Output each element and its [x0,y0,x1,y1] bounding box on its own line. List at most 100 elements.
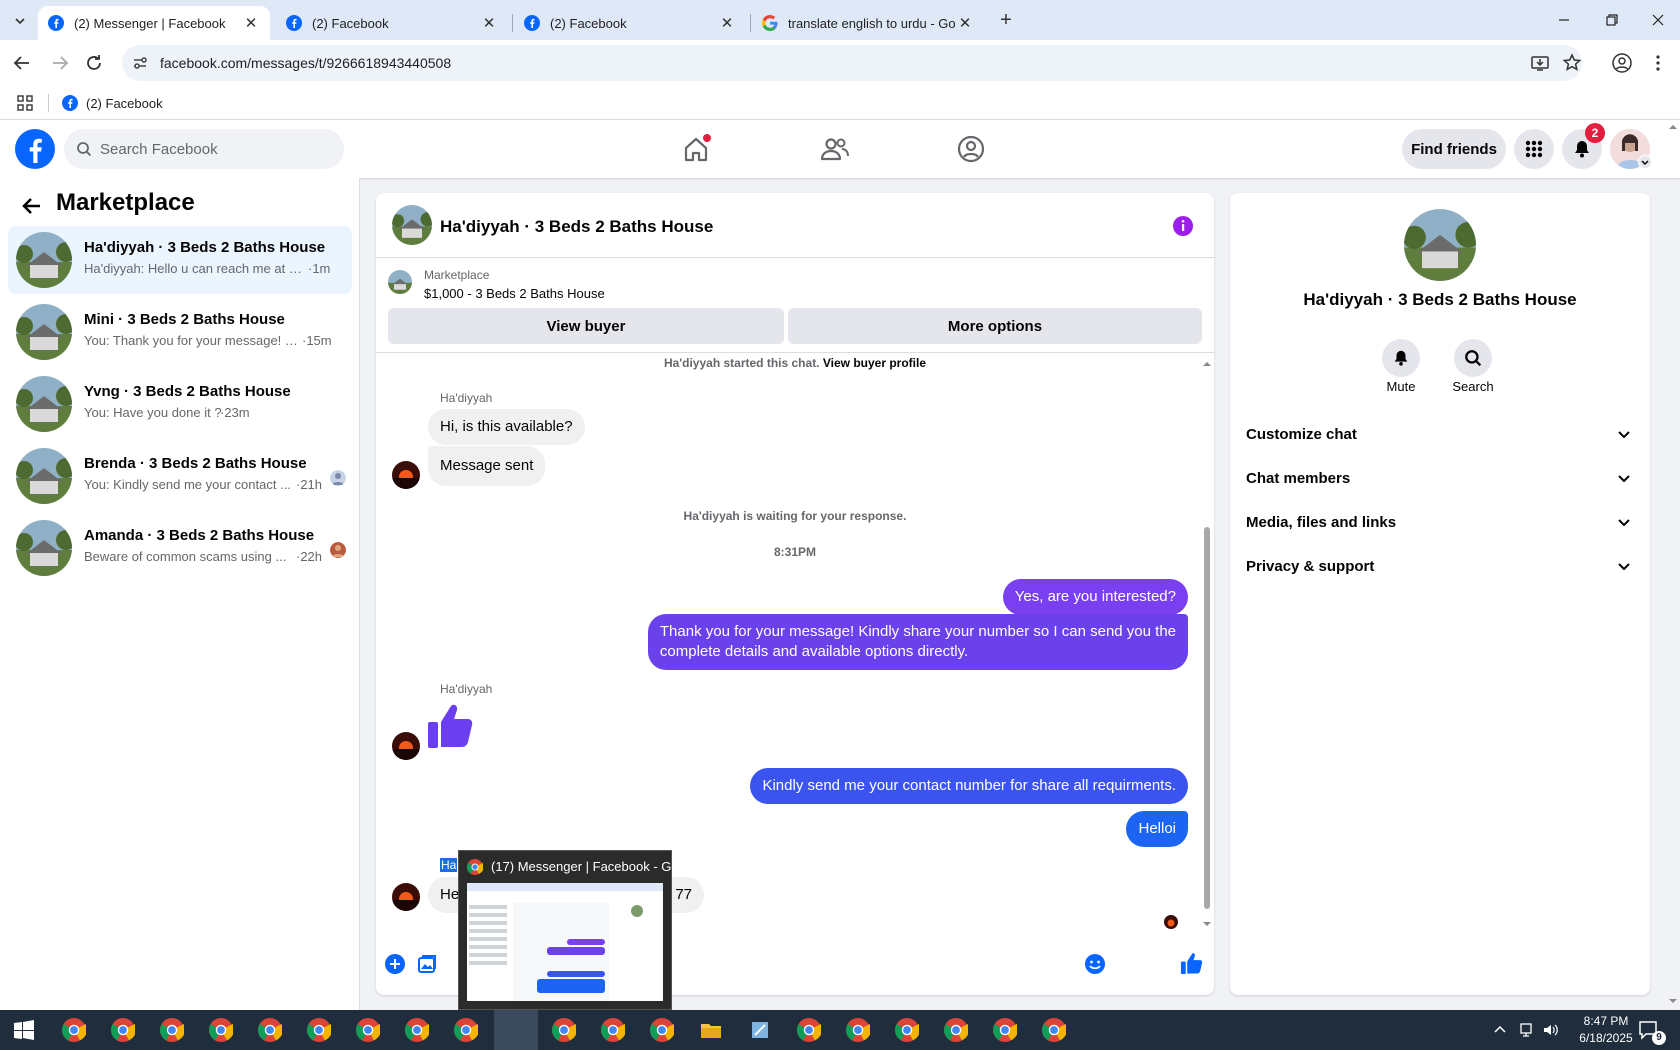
volume-icon[interactable] [1542,1022,1560,1038]
chat-title[interactable]: Ha'diyyah · 3 Beds 2 Baths House [440,217,713,237]
arrow-left-icon [22,198,40,214]
facebook-logo[interactable] [15,129,55,169]
menu-kebab-icon[interactable] [1646,51,1670,75]
network-icon[interactable] [1518,1022,1534,1038]
minimize-button[interactable] [1552,8,1576,32]
chrome-icon[interactable] [846,1018,870,1042]
bookmark-star-icon[interactable] [1560,51,1584,75]
privacy-support-section[interactable]: Privacy & support [1246,546,1632,586]
outgoing-message[interactable]: Thank you for your message! Kindly share… [647,614,1188,670]
chrome-icon[interactable] [62,1018,86,1042]
page-scroll-down-icon[interactable] [1668,996,1678,1006]
conversation-item[interactable]: Yvng · 3 Beds 2 Baths House You: Have yo… [8,370,352,438]
send-like-button[interactable] [1180,951,1204,975]
chrome-icon[interactable] [356,1018,380,1042]
menu-button[interactable] [1514,129,1554,169]
chrome-icon[interactable] [944,1018,968,1042]
address-bar[interactable]: facebook.com/messages/t/9266618943440508 [122,45,1582,81]
close-icon[interactable]: ✕ [956,14,974,32]
attach-photo-button[interactable] [416,953,438,975]
window-close-button[interactable] [1646,8,1670,32]
chrome-icon[interactable] [307,1018,331,1042]
chrome-icon[interactable] [1042,1018,1066,1042]
more-options-button[interactable]: More options [788,308,1202,344]
notification-badge: 2 [1585,123,1605,143]
clock-date[interactable]: 6/18/2025 [1566,1031,1646,1045]
show-hidden-icons[interactable] [1492,1022,1508,1038]
tab-facebook-2[interactable]: (2) Facebook ✕ [514,6,746,40]
thumbs-up-reaction[interactable] [426,700,476,750]
outgoing-message[interactable]: Helloi [1126,811,1188,847]
reload-button[interactable] [82,51,106,75]
forward-button[interactable] [48,51,72,75]
chat-members-section[interactable]: Chat members [1246,458,1632,498]
chrome-icon[interactable] [993,1018,1017,1042]
conversation-item[interactable]: Ha'diyyah · 3 Beds 2 Baths House Ha'diyy… [8,226,352,294]
conversation-item[interactable]: Brenda · 3 Beds 2 Baths House You: Kindl… [8,442,352,510]
friends-nav-button[interactable] [818,134,850,164]
install-app-icon[interactable] [1528,51,1552,75]
page-scroll-up-icon[interactable] [1668,122,1678,132]
notepad-icon[interactable] [748,1018,772,1042]
outgoing-message[interactable]: Kindly send me your contact number for s… [750,768,1188,804]
media-files-section[interactable]: Media, files and links [1246,502,1632,542]
chrome-icon[interactable] [650,1018,674,1042]
clock-time[interactable]: 8:47 PM [1566,1014,1646,1028]
chrome-icon[interactable] [454,1018,478,1042]
chrome-icon[interactable] [405,1018,429,1042]
new-tab-button[interactable]: + [994,9,1018,33]
close-icon[interactable]: ✕ [480,14,498,32]
chrome-icon[interactable] [209,1018,233,1042]
file-explorer-icon[interactable] [699,1018,723,1042]
scrollbar-thumb[interactable] [1204,527,1210,909]
scroll-up-icon[interactable] [1202,359,1212,369]
chat-avatar[interactable] [392,205,432,245]
chrome-icon[interactable] [258,1018,282,1042]
tab-messenger[interactable]: (2) Messenger | Facebook ✕ [38,6,270,40]
find-friends-button[interactable]: Find friends [1402,129,1506,169]
conversation-item[interactable]: Amanda · 3 Beds 2 Baths House Beware of … [8,514,352,582]
outgoing-message[interactable]: Yes, are you interested? [1002,579,1188,615]
taskbar-window-preview[interactable]: (17) Messenger | Facebook - Go... [458,850,689,1010]
more-actions-button[interactable] [384,953,406,975]
tab-google-translate[interactable]: translate english to urdu - Goo ✕ [752,6,984,40]
listing-thumbnail [388,270,412,294]
chrome-icon[interactable] [552,1018,576,1042]
restore-button[interactable] [1600,8,1624,32]
site-info-icon[interactable] [132,55,148,71]
start-button[interactable] [14,1020,34,1040]
conversation-item[interactable]: Mini · 3 Beds 2 Baths House You: Thank y… [8,298,352,366]
view-buyer-button[interactable]: View buyer [388,308,784,344]
scroll-down-icon[interactable] [1202,919,1212,929]
groups-nav-button[interactable] [955,134,987,164]
view-buyer-profile-link[interactable]: View buyer profile [823,356,926,370]
profile-picture[interactable] [1404,209,1476,281]
chat-scrollbar[interactable] [1202,359,1212,929]
search-conversation-button[interactable] [1454,339,1492,377]
back-button[interactable] [10,51,34,75]
chrome-icon[interactable] [111,1018,135,1042]
chrome-icon[interactable] [797,1018,821,1042]
apps-grid-icon[interactable] [16,94,34,112]
incoming-message[interactable]: Hi, is this available? [428,409,585,445]
chrome-icon[interactable] [601,1018,625,1042]
info-button[interactable] [1172,215,1194,237]
customize-chat-section[interactable]: Customize chat [1246,414,1632,454]
tab-facebook-1[interactable]: (2) Facebook ✕ [276,6,508,40]
home-nav-button[interactable] [680,134,712,164]
profile-icon[interactable] [1610,51,1634,75]
listing-title[interactable]: $1,000 - 3 Beds 2 Baths House [424,286,605,301]
mute-button[interactable] [1382,339,1420,377]
emoji-button[interactable] [1084,953,1106,975]
close-icon[interactable]: ✕ [242,14,260,32]
back-arrow-button[interactable] [20,194,44,218]
search-icon [76,141,92,157]
facebook-search-box[interactable]: Search Facebook [64,129,344,169]
tab-search-button[interactable] [8,9,32,33]
chrome-icon[interactable] [895,1018,919,1042]
bookmark-facebook[interactable]: (2) Facebook [62,94,163,112]
account-menu-chevron[interactable] [1638,155,1652,169]
close-icon[interactable]: ✕ [718,14,736,32]
chrome-icon[interactable] [160,1018,184,1042]
incoming-message[interactable]: Message sent [428,446,546,486]
